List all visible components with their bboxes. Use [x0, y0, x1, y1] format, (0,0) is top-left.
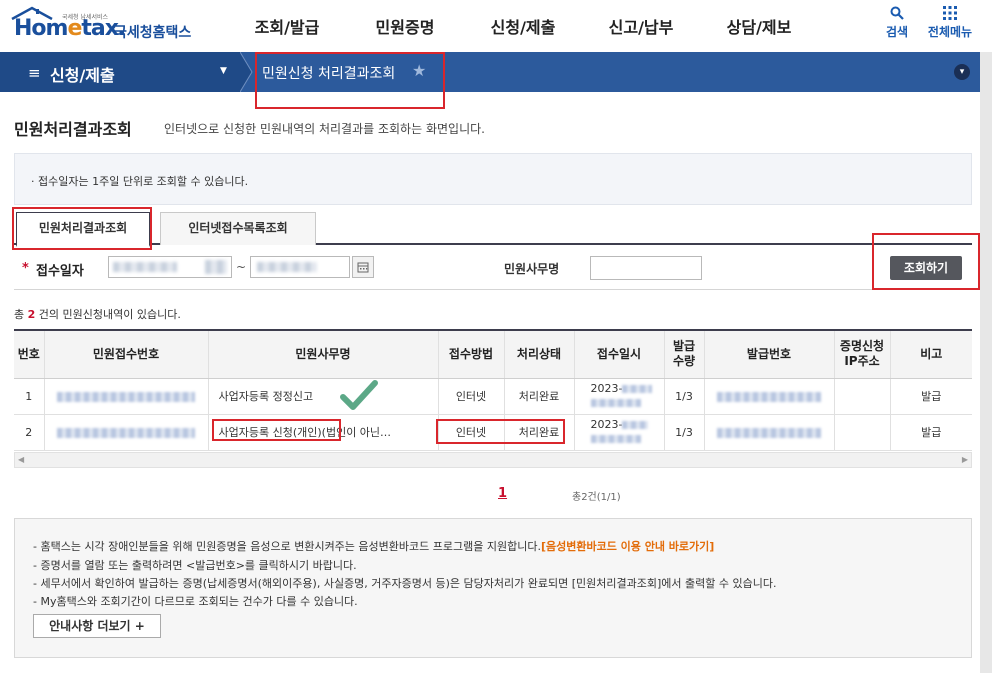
- top-header: 국세청 납세서비스 Hometax. 국세청홈택스 조회/발급 민원증명 신청/…: [0, 0, 992, 52]
- cell-note: 발급: [890, 414, 972, 451]
- more-guide-button[interactable]: 안내사항 더보기 +: [33, 614, 161, 638]
- calendar-icon: [357, 262, 369, 273]
- section-title: 신청/제출: [50, 66, 115, 85]
- cell-qty: 1/3: [664, 378, 705, 415]
- location-bar: ≡ 신청/제출 ▼ 민원신청 처리결과조회 ★ ▾: [0, 52, 980, 92]
- gnb-item-consult[interactable]: 상담/제보: [700, 0, 818, 52]
- pagination-current[interactable]: 1: [498, 486, 507, 501]
- gnb-item-report-payment[interactable]: 신고/납부: [582, 0, 700, 52]
- scroll-left-icon[interactable]: ◀: [18, 455, 24, 464]
- guide-line-1: - 홈택스는 시각 장애인분들을 위해 민원증명을 음성으로 변환시켜주는 음성…: [33, 540, 715, 553]
- receipt-date-label: 접수일자: [36, 264, 84, 279]
- global-nav: 조회/발급 민원증명 신청/제출 신고/납부 상담/제보: [228, 0, 818, 52]
- table-header-row: 번호 민원접수번호 민원사무명 접수방법 처리상태 접수일시 발급 수량 발급번…: [14, 330, 972, 379]
- gnb-item-application[interactable]: 신청/제출: [464, 0, 582, 52]
- cell-office-name[interactable]: 사업자등록 정정신고: [208, 378, 439, 415]
- logo-wordmark: Hometax.: [14, 16, 126, 41]
- result-table: 번호 민원접수번호 민원사무명 접수방법 처리상태 접수일시 발급 수량 발급번…: [14, 329, 972, 469]
- cell-issue-no[interactable]: [704, 378, 835, 415]
- page-description: 인터넷으로 신청한 민원내역의 처리결과를 조회하는 화면입니다.: [164, 122, 485, 136]
- pagination-total: 총2건(1/1): [572, 492, 621, 503]
- cell-date: 2023-: [574, 378, 665, 415]
- end-date-input[interactable]: [250, 256, 350, 278]
- cell-ip: [834, 378, 891, 415]
- guide-line-3: - 세무서에서 확인하여 발급하는 증명(납세증명서(해외이주용), 사실증명,…: [33, 577, 777, 590]
- gnb-item-inquiry[interactable]: 조회/발급: [228, 0, 346, 52]
- guide-box: - 홈택스는 시각 장애인분들을 위해 민원증명을 음성으로 변환시켜주는 음성…: [14, 518, 972, 658]
- dropdown-triangle-icon: ▼: [220, 66, 227, 76]
- calendar-button[interactable]: [352, 256, 374, 278]
- logo-korean: 국세청홈택스: [114, 25, 192, 41]
- checkmark-icon: [339, 379, 378, 410]
- horizontal-scrollbar[interactable]: ◀ ▶: [14, 452, 972, 468]
- cell-no: 1: [14, 378, 45, 415]
- col-header-note: 비고: [890, 330, 972, 379]
- annotation-box-search-button: [872, 233, 980, 290]
- col-header-date: 접수일시: [574, 330, 665, 379]
- col-header-no: 번호: [14, 330, 45, 379]
- search-tool[interactable]: 검색: [882, 6, 912, 40]
- cell-receipt-no[interactable]: [44, 378, 209, 415]
- scroll-right-icon[interactable]: ▶: [962, 455, 968, 464]
- search-icon: [890, 6, 904, 20]
- cell-issue-no[interactable]: [704, 414, 835, 451]
- annotation-box-status: [436, 419, 565, 444]
- cell-method: 인터넷: [438, 378, 505, 415]
- breadcrumb-separator-icon: [240, 52, 253, 92]
- cell-ip: [834, 414, 891, 451]
- page-title: 민원처리결과조회: [14, 120, 132, 139]
- office-name-input[interactable]: [590, 256, 702, 280]
- tab-bar: 민원처리결과조회 인터넷접수목록조회: [14, 212, 972, 247]
- gnb-item-certificate[interactable]: 민원증명: [346, 0, 464, 52]
- all-menu-label: 전체메뉴: [927, 25, 973, 39]
- cell-qty: 1/3: [664, 414, 705, 451]
- table-row[interactable]: 1 사업자등록 정정신고 인터넷 처리완료 2023- 1/3 발급: [14, 378, 972, 415]
- tab-internet-receipt-list[interactable]: 인터넷접수목록조회: [160, 212, 316, 245]
- required-mark: *: [22, 261, 29, 276]
- grid-menu-icon: [943, 6, 957, 20]
- col-header-qty: 발급 수량: [664, 330, 705, 379]
- all-menu-tool[interactable]: 전체메뉴: [922, 6, 978, 40]
- cell-date: 2023-: [574, 414, 665, 451]
- col-header-receipt-no: 민원접수번호: [44, 330, 209, 379]
- date-range-separator: ~: [236, 260, 247, 274]
- section-menu[interactable]: ≡ 신청/제출 ▼: [0, 52, 240, 92]
- col-header-office-name: 민원사무명: [208, 330, 439, 379]
- search-form: * 접수일자 ~ 민원사무명 조회하기: [14, 246, 972, 290]
- hometax-logo[interactable]: 국세청 납세서비스 Hometax. 국세청홈택스: [10, 4, 200, 48]
- hamburger-icon: ≡: [28, 64, 41, 82]
- col-header-status: 처리상태: [504, 330, 575, 379]
- notice-text: · 접수일자는 1주일 단위로 조회할 수 있습니다.: [31, 175, 249, 188]
- cell-no: 2: [14, 414, 45, 451]
- voice-barcode-link[interactable]: [음성변환바코드 이용 안내 바로가기]: [541, 540, 714, 553]
- col-header-ip: 증명신청 IP주소: [834, 330, 891, 379]
- cell-status: 처리완료: [504, 378, 575, 415]
- guide-line-2: - 증명서를 열람 또는 출력하려면 <발급번호>를 클릭하시기 바랍니다.: [33, 559, 357, 572]
- office-name-label: 민원사무명: [504, 262, 560, 276]
- right-gutter: [980, 52, 992, 673]
- start-date-input[interactable]: [108, 256, 232, 278]
- annotation-box-breadcrumb: [255, 52, 445, 109]
- col-header-issue-no: 발급번호: [704, 330, 835, 379]
- guide-line-4: - My홈택스와 조회기간이 다르므로 조회되는 건수가 다를 수 있습니다.: [33, 595, 358, 608]
- annotation-box-tab: [12, 207, 152, 250]
- annotation-box-office-name: [212, 419, 341, 441]
- expand-chevron-icon[interactable]: ▾: [954, 64, 970, 80]
- search-label: 검색: [885, 25, 909, 39]
- cell-receipt-no[interactable]: [44, 414, 209, 451]
- notice-box: · 접수일자는 1주일 단위로 조회할 수 있습니다.: [14, 153, 972, 205]
- col-header-method: 접수방법: [438, 330, 505, 379]
- cell-note: 발급: [890, 378, 972, 415]
- result-count: 총 2 건의 민원신청내역이 있습니다.: [14, 308, 181, 321]
